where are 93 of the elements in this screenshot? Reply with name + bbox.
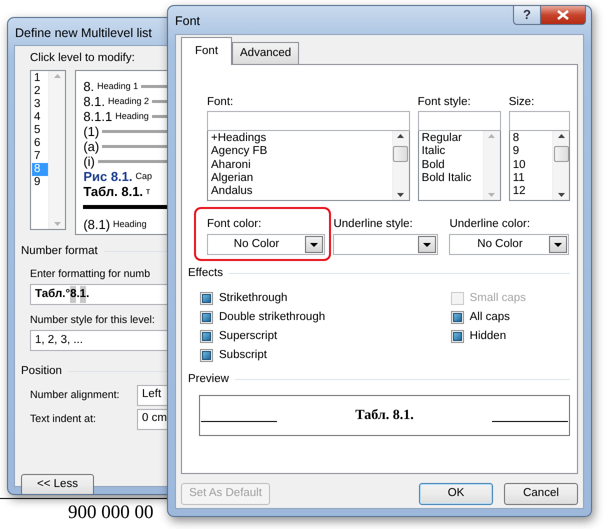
list-item[interactable]: 11 bbox=[512, 172, 549, 186]
section-heading: Position bbox=[21, 364, 62, 380]
level-item[interactable]: 3 bbox=[32, 98, 48, 111]
dialog-button[interactable]: OK bbox=[419, 483, 493, 505]
dropdown[interactable] bbox=[333, 234, 438, 255]
list-item[interactable]: Italic bbox=[422, 145, 480, 159]
scroll-down-icon[interactable] bbox=[397, 193, 404, 197]
list-item[interactable]: Aharoni bbox=[211, 158, 389, 172]
field-label: Underline color: bbox=[449, 217, 532, 231]
scroll-thumb[interactable] bbox=[393, 146, 408, 162]
field-label: Number alignment: bbox=[30, 388, 120, 402]
dropdown-button[interactable] bbox=[305, 236, 323, 253]
list-item[interactable]: Regular bbox=[422, 132, 480, 146]
scroll-down-icon[interactable] bbox=[558, 193, 564, 197]
list-item[interactable]: 12 bbox=[512, 185, 549, 198]
dropdown[interactable]: No Color bbox=[449, 234, 570, 255]
close-button[interactable] bbox=[540, 5, 586, 25]
tab[interactable]: Font bbox=[181, 36, 232, 65]
checkbox-label: Superscript bbox=[219, 329, 278, 344]
field-label: Enter formatting for numb bbox=[30, 267, 152, 282]
field-label: Number style for this level: bbox=[30, 313, 156, 328]
section-heading: Number format bbox=[21, 244, 98, 259]
level-item[interactable]: 1 bbox=[32, 72, 48, 85]
section-heading: Preview bbox=[188, 372, 229, 388]
text-field[interactable] bbox=[418, 111, 501, 131]
level-list[interactable]: 1 2 3 4 5 6 7 8 9 bbox=[30, 70, 66, 230]
tab[interactable]: Advanced bbox=[232, 42, 300, 64]
field-label: Size: bbox=[508, 95, 536, 109]
checkbox[interactable] bbox=[200, 292, 213, 306]
font-list[interactable]: +Headings Agency FB Aharoni Algerian Andalus bbox=[207, 131, 410, 201]
list-item[interactable]: Agency FB bbox=[211, 145, 389, 159]
text-field[interactable] bbox=[207, 111, 410, 131]
level-item[interactable]: 7 bbox=[32, 150, 48, 163]
checkbox[interactable] bbox=[200, 349, 213, 362]
scroll-up-icon[interactable] bbox=[397, 134, 404, 138]
list-item[interactable]: 10 bbox=[512, 158, 549, 172]
heading-text: Heading 2 bbox=[108, 94, 150, 108]
field-label: Font style: bbox=[418, 95, 472, 109]
heading-text: Cap bbox=[136, 170, 152, 183]
size-list[interactable]: 8 9 10 11 12 bbox=[508, 131, 570, 201]
list-item[interactable]: 8 bbox=[512, 132, 549, 146]
close-icon bbox=[557, 10, 569, 20]
caret-icon bbox=[310, 242, 318, 246]
level-number: (i) bbox=[83, 154, 95, 171]
checkbox-label: Subscript bbox=[219, 348, 267, 364]
level-number: (a) bbox=[83, 138, 100, 156]
field-label: Text indent at: bbox=[30, 412, 97, 426]
level-item[interactable]: 2 bbox=[32, 85, 48, 98]
checkbox[interactable] bbox=[200, 311, 213, 324]
heading-text: Heading bbox=[113, 218, 147, 231]
checkbox-label: Double strikethrough bbox=[219, 310, 326, 326]
level-number: (8.1) bbox=[83, 216, 110, 234]
checkbox[interactable] bbox=[450, 330, 464, 344]
caret-icon bbox=[554, 242, 562, 246]
help-button[interactable]: ? bbox=[513, 5, 541, 25]
level-item[interactable]: 6 bbox=[32, 137, 48, 150]
dropdown[interactable]: No Color bbox=[207, 234, 325, 255]
scroll-thumb[interactable] bbox=[554, 146, 568, 162]
checkbox-label: Small caps bbox=[470, 291, 526, 306]
list-item[interactable]: Andalus bbox=[211, 185, 389, 198]
checkbox-label: Strikethrough bbox=[219, 291, 288, 306]
dialog-button[interactable]: Cancel bbox=[504, 483, 578, 505]
window-title: Font bbox=[175, 13, 200, 30]
field-label: Underline style: bbox=[333, 217, 414, 231]
heading-text: Heading bbox=[115, 110, 149, 123]
dropdown-button[interactable] bbox=[549, 236, 568, 253]
heading-text: Heading 1 bbox=[97, 80, 138, 93]
preview-text: Табл. 8.1. bbox=[355, 406, 414, 424]
level-label: Click level to modify: bbox=[30, 51, 136, 65]
list-item[interactable]: Bold Italic bbox=[422, 172, 480, 186]
field-label: Font: bbox=[207, 95, 234, 109]
dropdown-button[interactable] bbox=[418, 236, 436, 253]
section-heading: Effects bbox=[188, 266, 223, 281]
list-item[interactable]: +Headings bbox=[211, 132, 389, 146]
checkbox-label: Hidden bbox=[470, 329, 506, 344]
level-item[interactable]: 9 bbox=[32, 176, 48, 189]
level-item[interactable]: 4 bbox=[32, 111, 48, 124]
field-label: Font color: bbox=[207, 218, 262, 230]
checkbox-label: All caps bbox=[470, 310, 510, 326]
caret-icon bbox=[423, 242, 432, 246]
document-text: 900 000 00 bbox=[68, 502, 154, 524]
list-item[interactable]: 9 bbox=[512, 145, 549, 159]
checkbox[interactable] bbox=[450, 311, 464, 324]
window-title: Define new Multilevel list bbox=[15, 25, 152, 42]
scroll-up-icon[interactable] bbox=[558, 134, 564, 138]
text-field[interactable] bbox=[508, 111, 570, 131]
less-button[interactable]: << Less bbox=[21, 474, 94, 494]
level-item[interactable]: 5 bbox=[32, 124, 48, 137]
list-item[interactable]: Bold bbox=[422, 158, 480, 172]
checkbox[interactable] bbox=[200, 330, 213, 344]
heading-text: т bbox=[146, 184, 150, 198]
list-item[interactable]: Algerian bbox=[211, 172, 389, 186]
style-list[interactable]: Regular Italic Bold Bold Italic bbox=[418, 131, 501, 201]
